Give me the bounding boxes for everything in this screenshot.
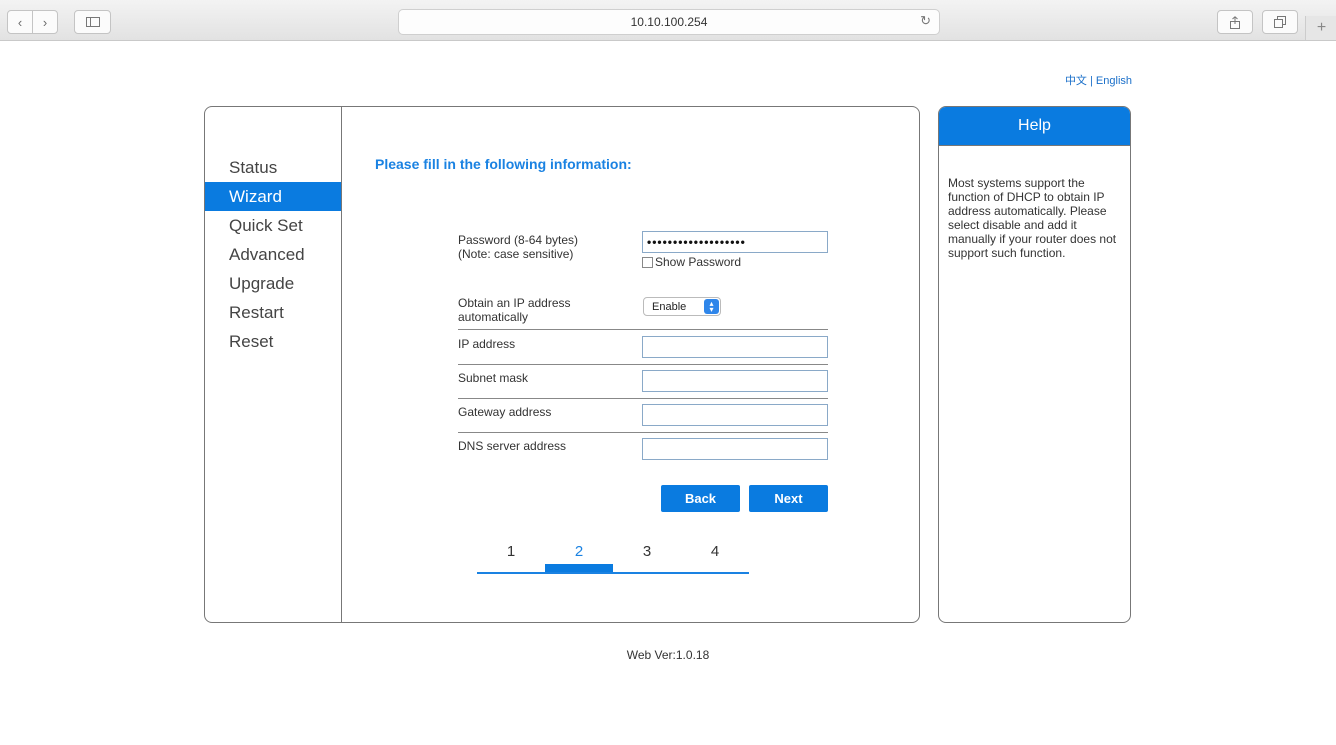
- divider: [458, 329, 828, 330]
- share-button[interactable]: [1217, 10, 1253, 34]
- dhcp-select[interactable]: Enable ▴ ▾: [643, 297, 721, 316]
- sidebar-nav: Status Wizard Quick Set Advanced Upgrade…: [205, 153, 341, 356]
- password-label-line2: (Note: case sensitive): [458, 247, 574, 261]
- dhcp-label-line2: automatically: [458, 310, 529, 324]
- step-1: 1: [506, 543, 516, 560]
- dhcp-label: Obtain an IP address automatically: [458, 296, 571, 324]
- help-panel: Help Most systems support the function o…: [938, 106, 1131, 623]
- web-version: Web Ver:1.0.18: [626, 648, 710, 662]
- sidebar-icon: [75, 11, 110, 33]
- dhcp-select-value: Enable: [652, 300, 687, 313]
- sidebar-item-reset[interactable]: Reset: [205, 327, 341, 356]
- language-switch: 中文 | English: [1065, 72, 1132, 88]
- sidebar: Status Wizard Quick Set Advanced Upgrade…: [205, 107, 342, 622]
- forward-icon[interactable]: ›: [32, 11, 57, 33]
- back-button[interactable]: Back: [661, 485, 740, 512]
- password-label: Password (8-64 bytes) (Note: case sensit…: [458, 233, 578, 261]
- wizard-steps: 1 2 3 4: [477, 543, 749, 575]
- chevron-up-down-icon: ▴ ▾: [704, 299, 719, 314]
- password-label-line1: Password (8-64 bytes): [458, 233, 579, 247]
- language-separator: |: [1086, 75, 1096, 87]
- help-text: Most systems support the function of DHC…: [948, 176, 1117, 260]
- current-step-indicator: [545, 564, 613, 572]
- step-3: 3: [642, 543, 652, 560]
- help-title: Help: [939, 107, 1130, 146]
- subnet-mask-field[interactable]: [642, 370, 828, 392]
- sidebar-item-quick-set[interactable]: Quick Set: [205, 211, 341, 240]
- reload-icon[interactable]: ↻: [920, 13, 931, 29]
- tabs-icon: [1263, 11, 1297, 33]
- sidebar-item-restart[interactable]: Restart: [205, 298, 341, 327]
- show-password-checkbox[interactable]: [642, 256, 653, 268]
- dns-server-label: DNS server address: [458, 439, 567, 453]
- share-icon: [1218, 11, 1252, 33]
- wizard-content: Please fill in the following information…: [342, 107, 919, 622]
- url-text: 10.10.100.254: [630, 15, 708, 29]
- subnet-mask-label: Subnet mask: [458, 371, 529, 385]
- sidebar-item-advanced[interactable]: Advanced: [205, 240, 341, 269]
- divider: [458, 364, 828, 365]
- tabs-button[interactable]: [1262, 10, 1298, 34]
- divider: [458, 432, 828, 433]
- language-chinese-link[interactable]: 中文: [1065, 75, 1087, 87]
- divider: [458, 398, 828, 399]
- back-icon[interactable]: ‹: [8, 11, 32, 33]
- show-password-label: Show Password: [655, 255, 742, 269]
- sidebar-item-wizard[interactable]: Wizard: [205, 182, 341, 211]
- nav-buttons: ‹ ›: [7, 10, 58, 34]
- ip-address-label: IP address: [458, 337, 516, 351]
- step-4: 4: [710, 543, 720, 560]
- new-tab-icon[interactable]: +: [1305, 16, 1336, 40]
- gateway-address-field[interactable]: [642, 404, 828, 426]
- address-bar[interactable]: 10.10.100.254 ↻: [398, 9, 940, 35]
- steps-progress-line: [477, 572, 749, 574]
- gateway-address-label: Gateway address: [458, 405, 552, 419]
- dhcp-label-line1: Obtain an IP address: [458, 296, 571, 310]
- dns-server-field[interactable]: [642, 438, 828, 460]
- sidebar-item-upgrade[interactable]: Upgrade: [205, 269, 341, 298]
- browser-toolbar: ‹ › 10.10.100.254 ↻ +: [0, 0, 1336, 41]
- next-button[interactable]: Next: [749, 485, 828, 512]
- sidebar-button[interactable]: [74, 10, 111, 34]
- sidebar-item-status[interactable]: Status: [205, 153, 341, 182]
- password-field[interactable]: •••••••••••••••••••: [642, 231, 828, 253]
- main-panel: Status Wizard Quick Set Advanced Upgrade…: [204, 106, 920, 623]
- show-password-toggle[interactable]: Show Password: [642, 255, 741, 269]
- page-title: Please fill in the following information…: [375, 156, 632, 172]
- ip-address-field[interactable]: [642, 336, 828, 358]
- step-2: 2: [574, 543, 584, 560]
- language-english-link[interactable]: English: [1096, 75, 1132, 87]
